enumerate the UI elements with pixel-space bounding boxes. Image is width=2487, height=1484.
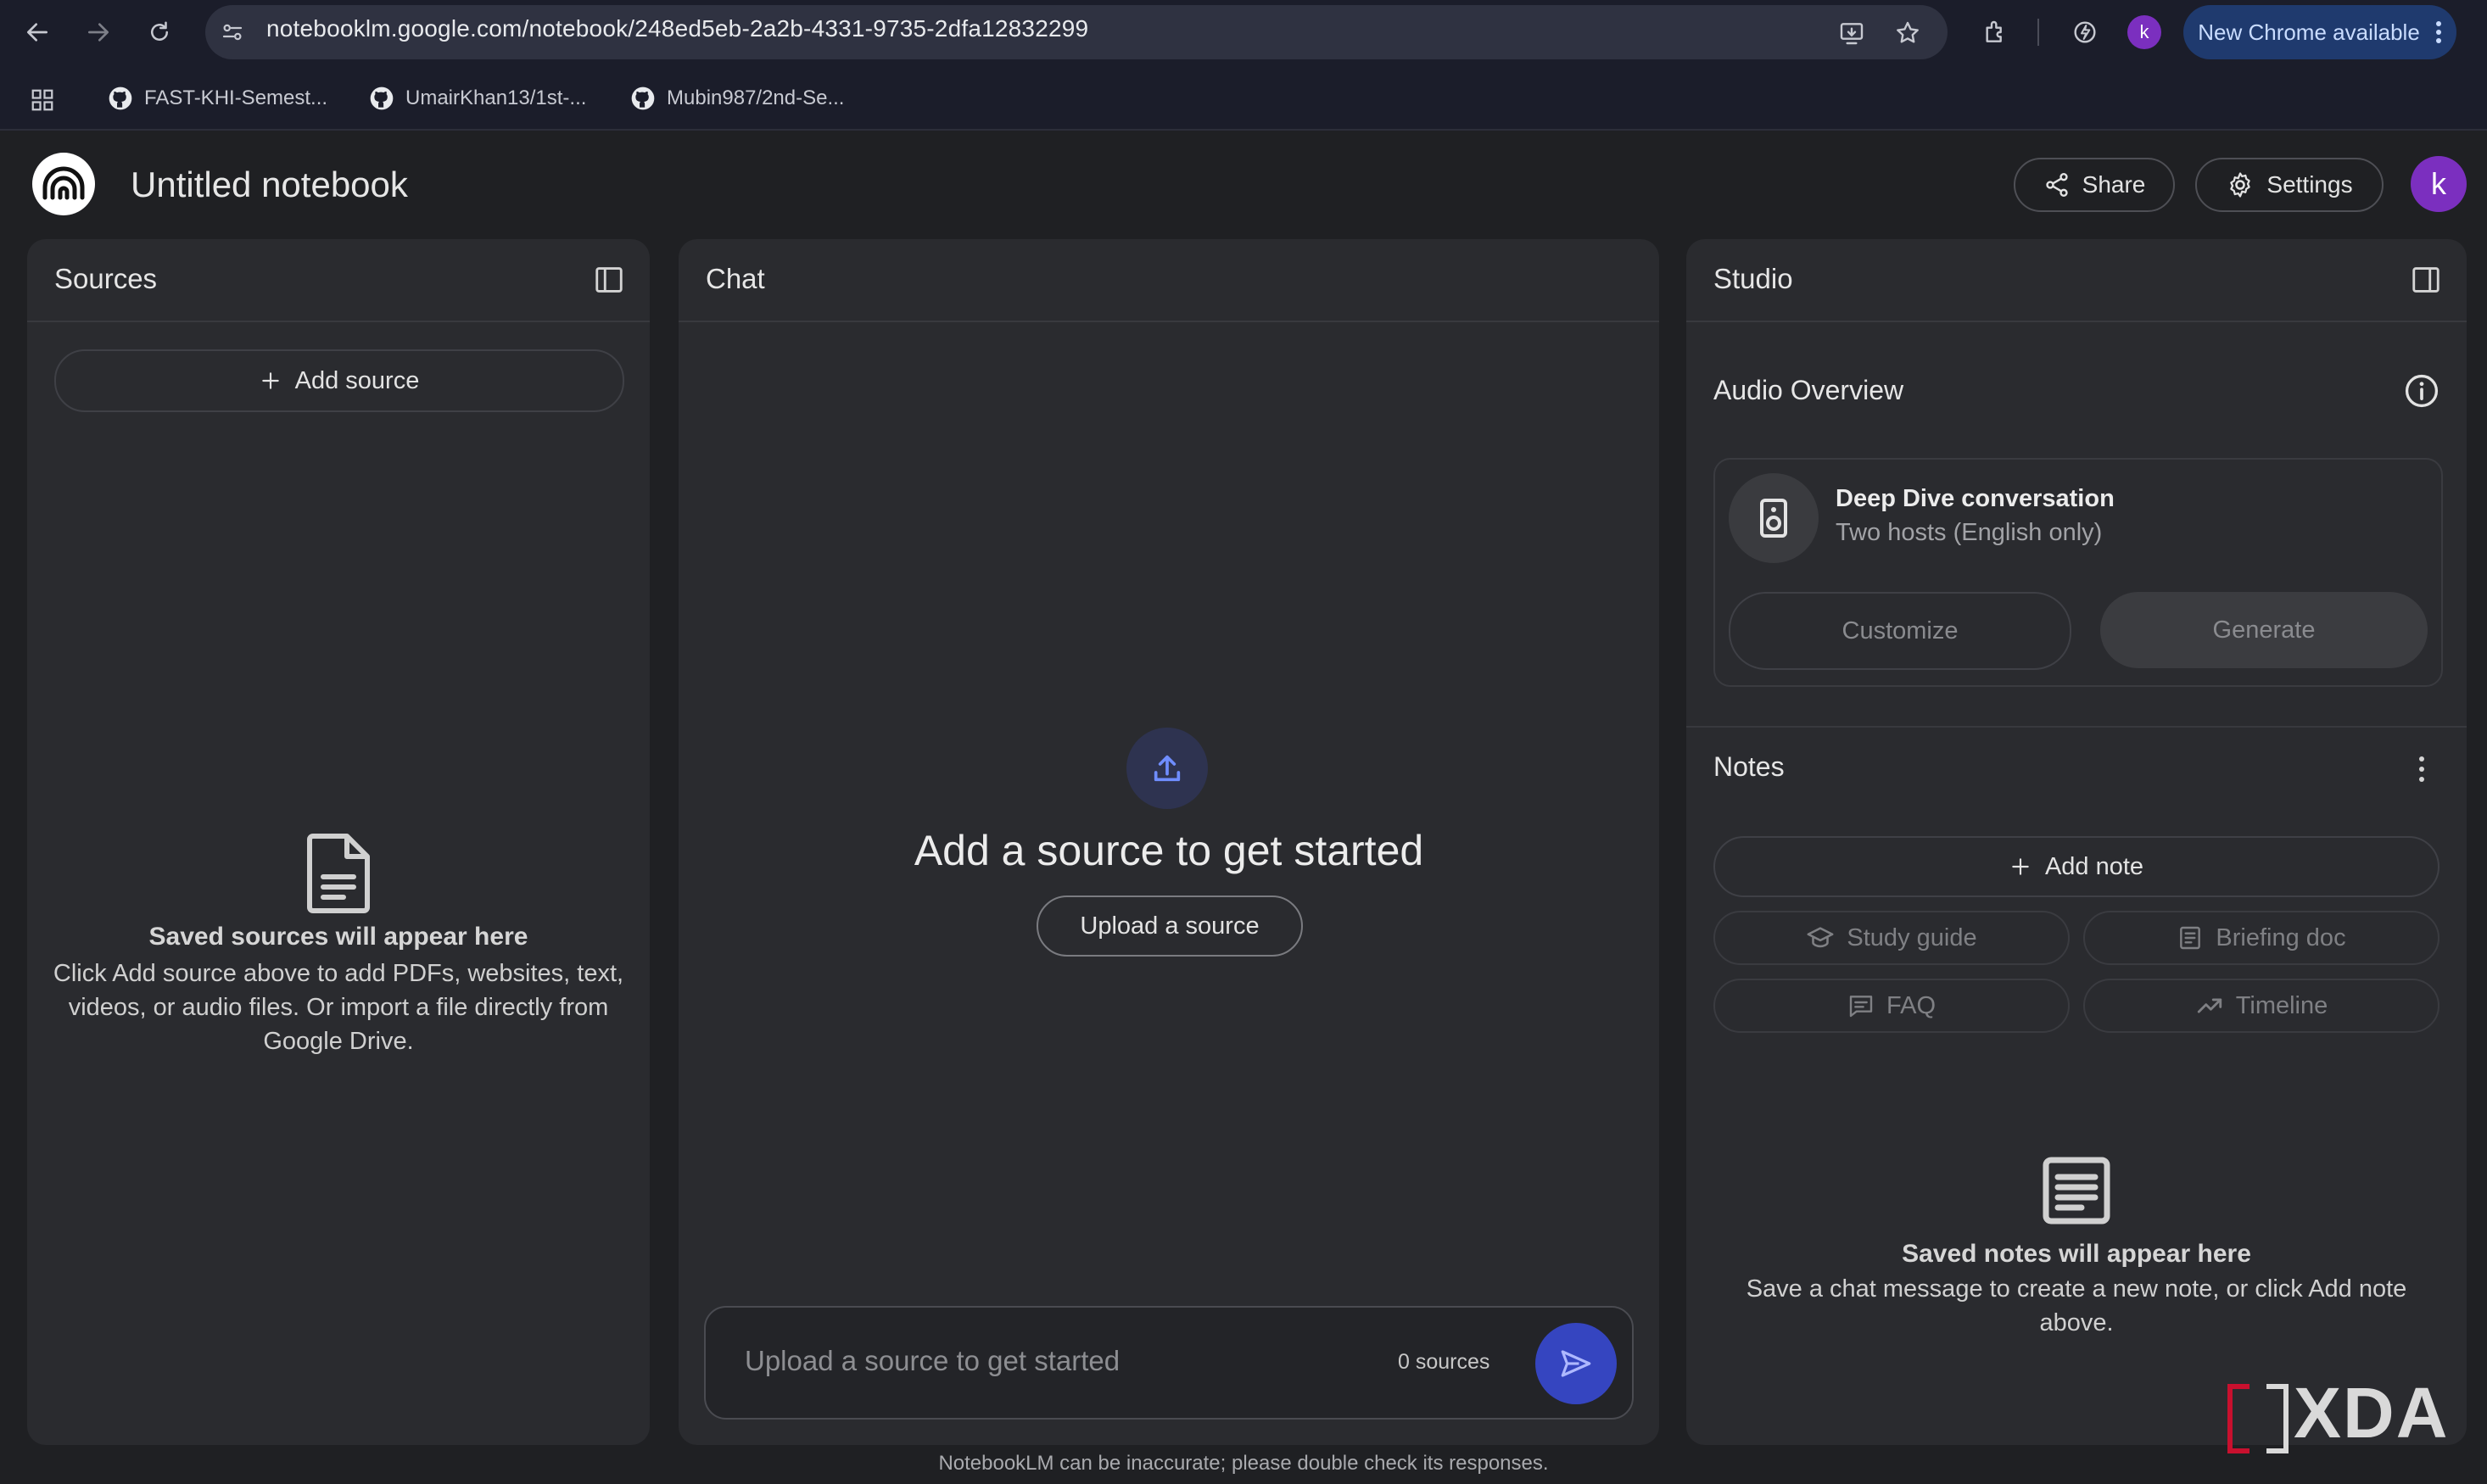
audio-overview-title: Audio Overview bbox=[1713, 375, 1904, 405]
xda-logo-bracket-right bbox=[2266, 1384, 2289, 1453]
sources-panel: Sources Add source Saved sources will ap… bbox=[27, 239, 650, 1445]
github-icon bbox=[370, 86, 394, 110]
sources-title: Sources bbox=[54, 263, 158, 294]
upload-source-label: Upload a source bbox=[1080, 912, 1260, 940]
reload-icon[interactable] bbox=[134, 7, 185, 58]
toolbar-divider bbox=[2037, 19, 2039, 46]
chat-header: Chat bbox=[679, 239, 1659, 322]
collapse-studio-icon[interactable] bbox=[2404, 258, 2448, 302]
github-icon bbox=[631, 86, 655, 110]
settings-button[interactable]: Settings bbox=[2195, 158, 2384, 212]
add-note-label: Add note bbox=[2044, 852, 2144, 880]
share-label: Share bbox=[2082, 171, 2146, 198]
timeline-label: Timeline bbox=[2235, 991, 2328, 1019]
trending-up-icon bbox=[2197, 998, 2222, 1013]
notes-empty-title: Saved notes will appear here bbox=[1902, 1240, 2251, 1268]
deep-dive-title: Deep Dive conversation bbox=[1836, 485, 2115, 512]
customize-button[interactable]: Customize bbox=[1729, 592, 2071, 670]
notes-empty-body: Save a chat message to create a new note… bbox=[1746, 1275, 2407, 1336]
send-icon bbox=[1561, 1350, 1591, 1377]
profile-avatar[interactable]: k bbox=[2127, 15, 2161, 49]
github-icon bbox=[109, 86, 132, 110]
faq-label: FAQ bbox=[1886, 991, 1936, 1019]
notebook-title[interactable]: Untitled notebook bbox=[131, 165, 408, 205]
bookmark-label: FAST-KHI-Semest... bbox=[144, 86, 328, 109]
back-icon[interactable] bbox=[12, 7, 63, 58]
settings-label: Settings bbox=[2266, 171, 2353, 198]
chat-empty-title: Add a source to get started bbox=[914, 827, 1424, 874]
chat-input[interactable]: Upload a source to get started bbox=[745, 1345, 1120, 1377]
send-button[interactable] bbox=[1535, 1323, 1617, 1404]
plus-icon bbox=[261, 372, 279, 389]
timeline-chip[interactable]: Timeline bbox=[2083, 979, 2439, 1033]
install-app-icon[interactable] bbox=[1832, 14, 1871, 53]
chat-bubble-icon bbox=[1849, 996, 1873, 1018]
chat-title: Chat bbox=[706, 263, 765, 294]
bookmark-label: Mubin987/2nd-Se... bbox=[667, 86, 845, 109]
new-chrome-available-button[interactable]: New Chrome available bbox=[2183, 5, 2456, 59]
disclaimer-text: NotebookLM can be inaccurate; please dou… bbox=[938, 1452, 1549, 1475]
bookmark-item[interactable]: FAST-KHI-Semest... bbox=[107, 81, 327, 115]
upload-source-button[interactable]: Upload a source bbox=[1037, 895, 1303, 957]
notes-title: Notes bbox=[1713, 751, 1785, 782]
notebooklm-logo-icon bbox=[42, 166, 85, 200]
apps-grid-icon[interactable] bbox=[25, 83, 59, 117]
collapse-sources-icon[interactable] bbox=[587, 258, 631, 302]
generate-button[interactable]: Generate bbox=[2100, 592, 2428, 668]
document-icon bbox=[306, 833, 371, 914]
add-note-button[interactable]: Add note bbox=[1713, 836, 2439, 897]
gear-icon bbox=[2230, 172, 2251, 198]
performance-icon[interactable] bbox=[2065, 12, 2105, 53]
site-info-icon[interactable] bbox=[212, 12, 253, 53]
plus-icon bbox=[2012, 858, 2029, 875]
add-source-button[interactable]: Add source bbox=[54, 349, 624, 412]
studio-divider bbox=[1686, 726, 2467, 728]
extensions-icon[interactable] bbox=[1975, 12, 2015, 53]
share-icon bbox=[2045, 173, 2068, 197]
bookmark-item[interactable]: UmairKhan13/1st-... bbox=[368, 81, 586, 115]
briefing-doc-icon bbox=[2180, 926, 2201, 950]
user-avatar[interactable]: k bbox=[2411, 156, 2467, 212]
faq-chip[interactable]: FAQ bbox=[1713, 979, 2070, 1033]
sources-empty-body: Click Add source above to add PDFs, webs… bbox=[53, 960, 624, 1055]
studio-panel: Studio Audio Overview Deep Dive conversa… bbox=[1686, 239, 2467, 1445]
bookmark-star-icon[interactable] bbox=[1888, 14, 1927, 53]
notes-icon bbox=[2039, 1153, 2114, 1228]
xda-logo-bracket bbox=[2227, 1384, 2249, 1453]
sources-count-label: 0 sources bbox=[1398, 1350, 1490, 1374]
briefing-doc-chip[interactable]: Briefing doc bbox=[2083, 911, 2439, 965]
add-source-label: Add source bbox=[294, 366, 420, 394]
url-text[interactable]: notebooklm.google.com/notebook/248ed5eb-… bbox=[266, 15, 1088, 42]
sources-empty-title: Saved sources will appear here bbox=[148, 923, 528, 951]
upload-icon bbox=[1126, 728, 1208, 809]
deep-dive-subtitle: Two hosts (English only) bbox=[1836, 519, 2103, 546]
bookmark-label: UmairKhan13/1st-... bbox=[405, 86, 587, 109]
info-icon[interactable] bbox=[2400, 370, 2443, 412]
xda-watermark: XDA bbox=[2294, 1373, 2450, 1453]
speaker-icon bbox=[1729, 473, 1819, 563]
forward-icon[interactable] bbox=[73, 7, 124, 58]
share-button[interactable]: Share bbox=[2014, 158, 2175, 212]
studio-title: Studio bbox=[1713, 263, 1793, 294]
more-vert-icon[interactable] bbox=[2400, 748, 2443, 790]
studio-header: Studio bbox=[1686, 239, 2467, 322]
school-icon bbox=[1807, 927, 1834, 948]
notebooklm-logo[interactable] bbox=[32, 153, 95, 215]
chat-panel: Chat Add a source to get started Upload … bbox=[679, 239, 1659, 1445]
study-guide-label: Study guide bbox=[1847, 923, 1977, 951]
new-chrome-label: New Chrome available bbox=[2198, 19, 2420, 45]
sources-header: Sources bbox=[27, 239, 650, 322]
more-vert-icon bbox=[2435, 21, 2441, 43]
study-guide-chip[interactable]: Study guide bbox=[1713, 911, 2070, 965]
bookmark-item[interactable]: Mubin987/2nd-Se... bbox=[629, 81, 844, 115]
briefing-doc-label: Briefing doc bbox=[2216, 923, 2346, 951]
